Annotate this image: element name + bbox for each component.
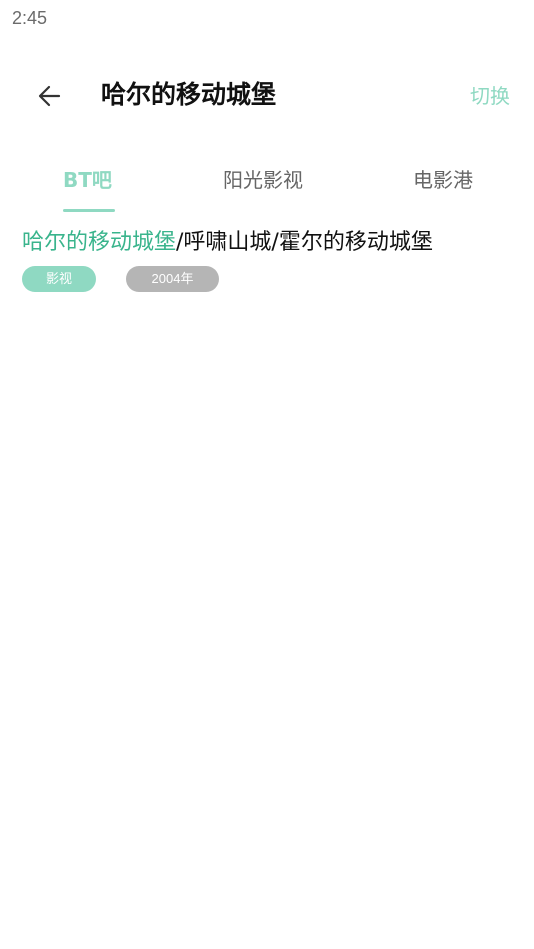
type-badge: 影视 bbox=[22, 266, 96, 292]
back-button[interactable] bbox=[26, 74, 74, 118]
page-title: 哈尔的移动城堡 bbox=[101, 80, 277, 109]
list-item[interactable]: 哈尔的移动城堡/呼啸山城/霍尔的移动城堡 影视 2004年 bbox=[22, 226, 522, 298]
result-tags: 影视 2004年 bbox=[22, 266, 522, 292]
arrow-left-icon bbox=[38, 85, 61, 107]
result-title-highlight: 哈尔的移动城堡 bbox=[22, 230, 177, 255]
tab-bt[interactable]: BT吧 bbox=[63, 166, 112, 194]
status-time: 2:45 bbox=[12, 8, 48, 28]
source-tabs: BT吧 阳光影视 电影港 bbox=[0, 160, 534, 214]
tab-yangguang[interactable]: 阳光影视 bbox=[223, 166, 303, 194]
year-badge: 2004年 bbox=[126, 266, 219, 292]
tab-active-indicator bbox=[63, 209, 115, 212]
tab-dianyinggang[interactable]: 电影港 bbox=[413, 166, 473, 194]
header: 哈尔的移动城堡 切换 bbox=[0, 60, 534, 132]
result-title-rest: /呼啸山城/霍尔的移动城堡 bbox=[176, 230, 433, 255]
result-title: 哈尔的移动城堡/呼啸山城/霍尔的移动城堡 bbox=[22, 226, 522, 260]
status-bar: 2:45 bbox=[0, 0, 534, 38]
switch-button[interactable]: 切换 bbox=[470, 82, 510, 110]
